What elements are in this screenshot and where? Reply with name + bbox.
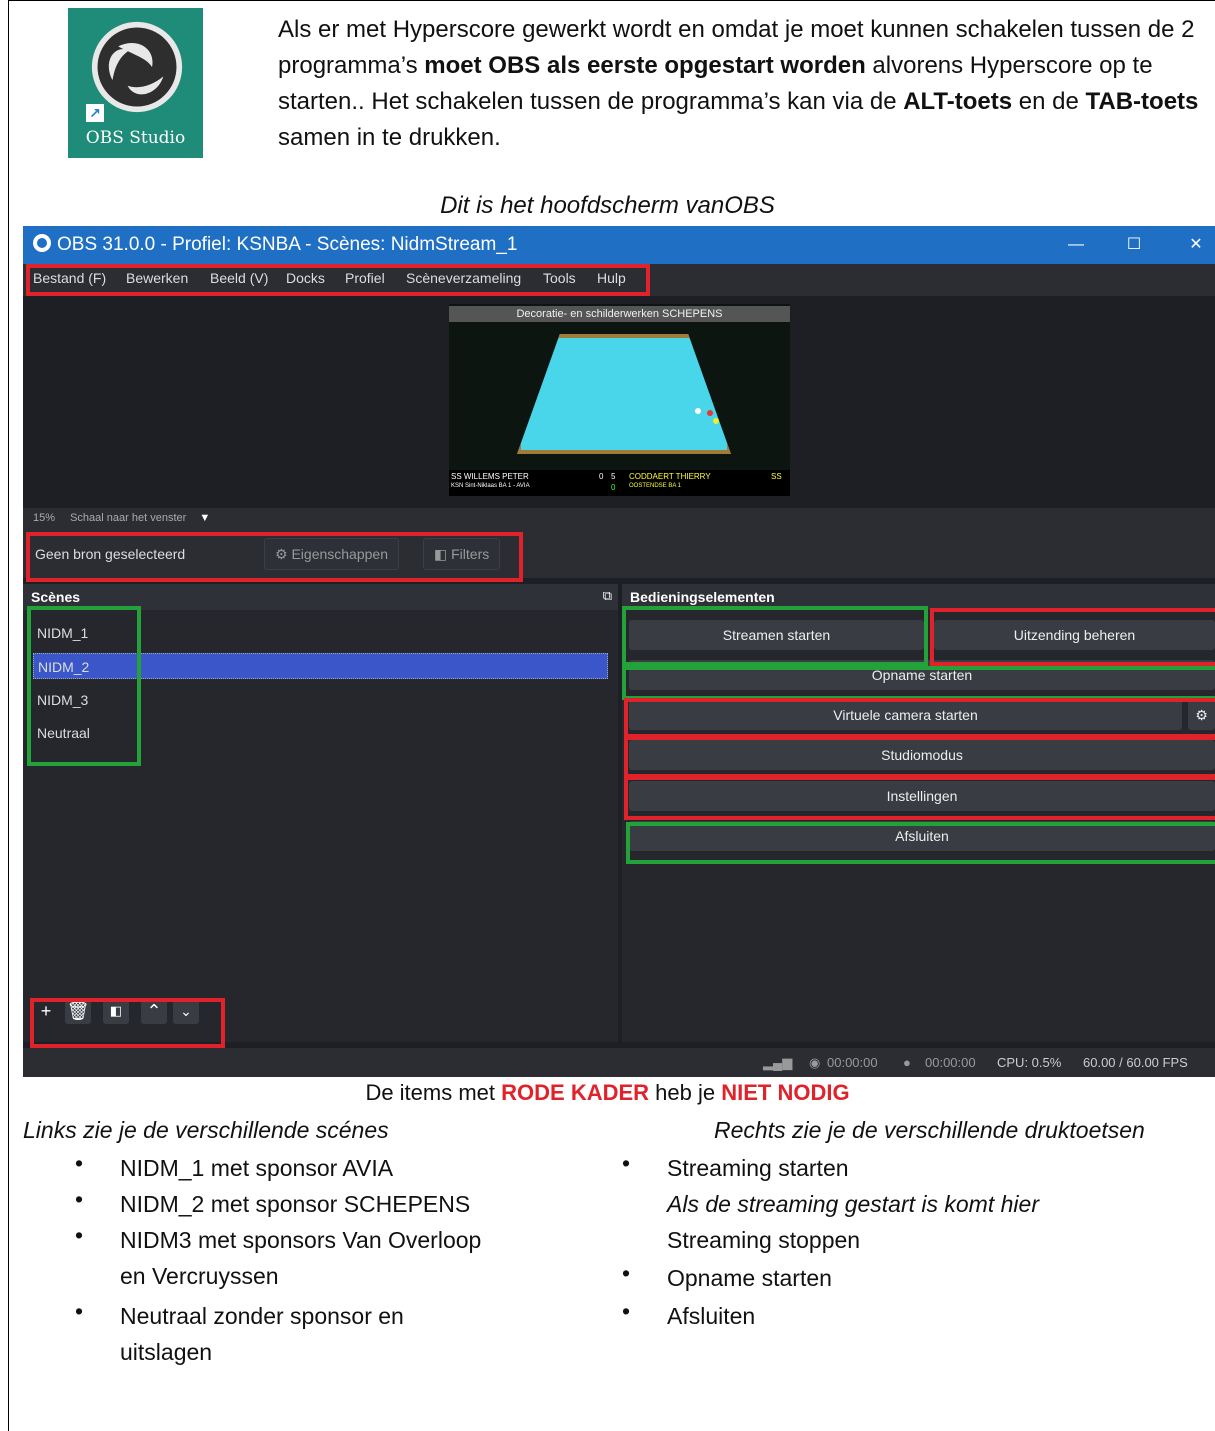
status-bar: ▂▄▆ ◉ 00:00:00 ● 00:00:00 CPU: 0.5% 60.0… [23, 1048, 1215, 1077]
tile-label: OBS Studio [85, 128, 186, 148]
left-heading: Links zie je de verschillende scénes [23, 1117, 389, 1143]
close-button[interactable]: ✕ [1173, 226, 1215, 264]
minimize-button[interactable]: — [1053, 226, 1099, 264]
red-frame-source [26, 532, 523, 582]
zoom-percent: 15% [33, 512, 56, 524]
record-time: 00:00:00 [925, 1055, 976, 1070]
code-right: SS [771, 472, 782, 481]
record-icon: ● [903, 1055, 911, 1070]
right-heading: Rechts zie je de verschillende druktoets… [714, 1117, 1145, 1143]
club-right: OOSTENDSE BA 1 [629, 483, 682, 489]
score-green: 0 [611, 483, 616, 492]
shortcut-arrow-icon: ↗ [86, 104, 104, 122]
green-frame-record [622, 666, 1215, 700]
red-frame-settings [624, 776, 1215, 820]
screenshot-caption: Dit is het hoofdscherm vanOBS [440, 192, 775, 219]
red-frame-broadcast [930, 608, 1215, 666]
green-frame-stream [622, 606, 928, 666]
sponsor-banner: Decoratie- en schilderwerken SCHEPENS [449, 306, 790, 322]
green-frame-exit [626, 822, 1215, 864]
title-bar: OBS 31.0.0 - Profiel: KSNBA - Scènes: Ni… [23, 226, 1215, 264]
ball-white [695, 408, 701, 414]
ball-yellow [713, 418, 719, 424]
red-frame-scene-tools [30, 998, 225, 1048]
score-mid: 5 [611, 472, 616, 481]
zoom-mode[interactable]: Schaal naar het venster [70, 512, 186, 524]
obs-studio-shortcut[interactable]: ↗ OBS Studio [68, 8, 203, 158]
red-frame-note: De items met RODE KADER heb je NIET NODI… [365, 1080, 850, 1105]
chevron-down-icon[interactable]: ▼ [199, 512, 210, 524]
ball-red [707, 410, 713, 416]
maximize-button[interactable]: ☐ [1111, 226, 1157, 264]
player-right: CODDAERT THIERRY [629, 472, 711, 481]
zoom-bar: 15% Schaal naar het venster ▼ [23, 508, 1215, 528]
green-frame-scenes [27, 606, 141, 766]
preview-area: Decoratie- en schilderwerken SCHEPENS SS… [23, 296, 1215, 508]
fps-readout: 60.00 / 60.00 FPS [1083, 1055, 1188, 1070]
billiard-table [517, 334, 731, 454]
window-title: OBS 31.0.0 - Profiel: KSNBA - Scènes: Ni… [57, 234, 518, 255]
obs-window: OBS 31.0.0 - Profiel: KSNBA - Scènes: Ni… [23, 226, 1215, 1077]
obs-logo-icon [91, 21, 183, 113]
undock-icon[interactable]: ⧉ [603, 588, 612, 604]
stream-time: 00:00:00 [827, 1055, 878, 1070]
red-frame-virtual-cam [624, 698, 1215, 738]
player-left: SS WILLEMS PETER [451, 472, 529, 481]
club-left: KSN Sint-Niklaas BA 1 - AVIA [451, 483, 530, 489]
red-frame-menu [26, 264, 650, 296]
preview-image: Decoratie- en schilderwerken SCHEPENS SS… [449, 304, 790, 496]
cpu-usage: CPU: 0.5% [997, 1055, 1062, 1070]
score-strip: SS WILLEMS PETER KSN Sint-Niklaas BA 1 -… [449, 470, 790, 496]
red-frame-studio [624, 736, 1215, 778]
score-left: 0 [599, 472, 604, 481]
stream-icon: ◉ [809, 1055, 821, 1070]
obs-small-icon [33, 234, 51, 252]
signal-icon: ▂▄▆ [763, 1055, 793, 1070]
intro-paragraph: Als er met Hyperscore gewerkt wordt en o… [278, 16, 1199, 151]
